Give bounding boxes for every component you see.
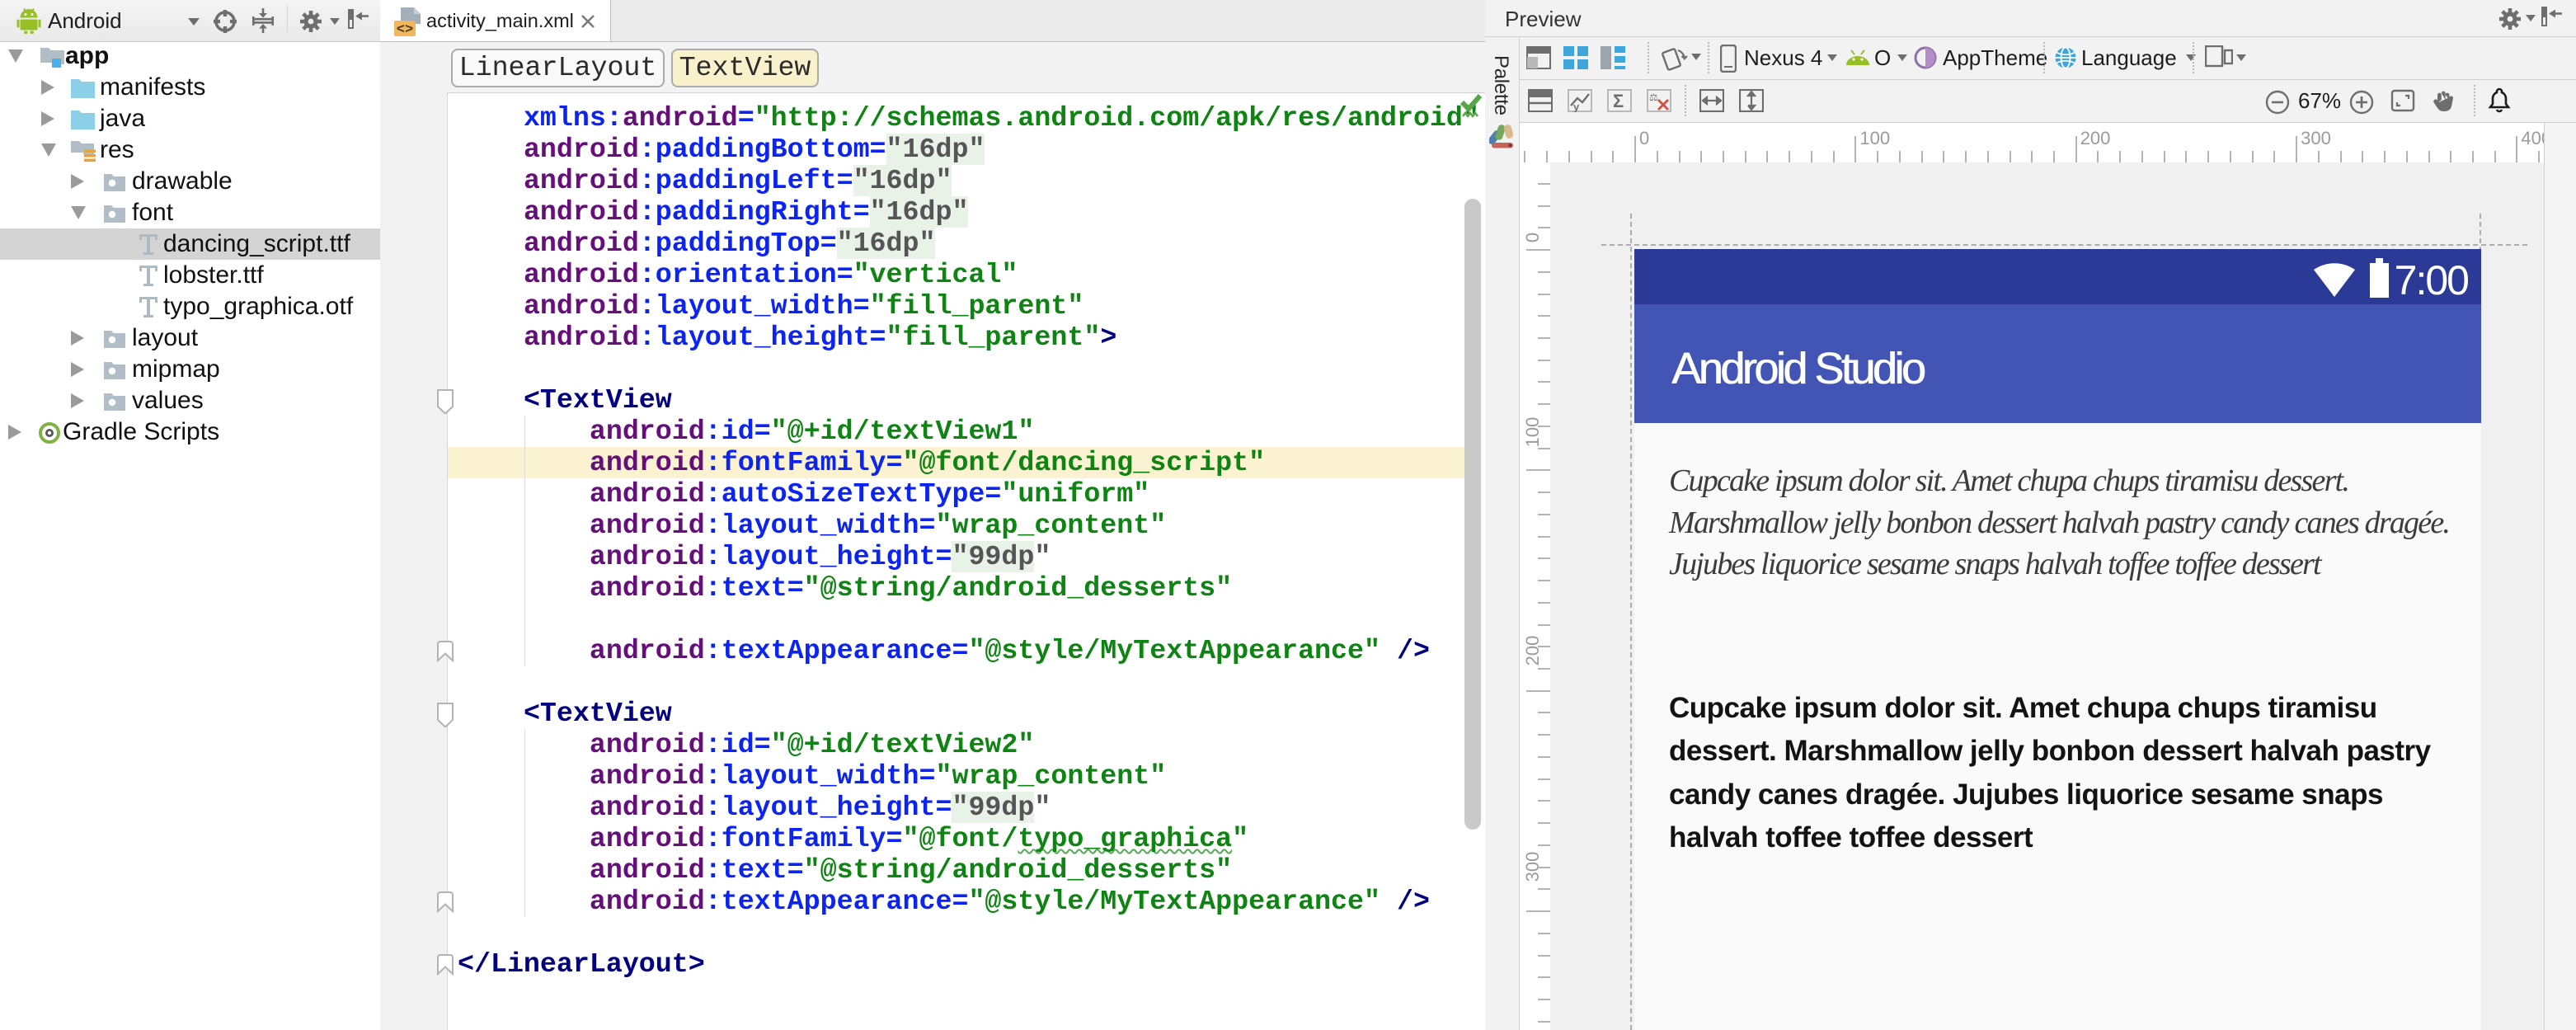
svg-text:<>: <>	[397, 22, 413, 36]
svg-text:⚖: ⚖	[1649, 92, 1658, 103]
svg-text:y: y	[1573, 101, 1580, 112]
svg-text:Σ: Σ	[1613, 91, 1624, 111]
